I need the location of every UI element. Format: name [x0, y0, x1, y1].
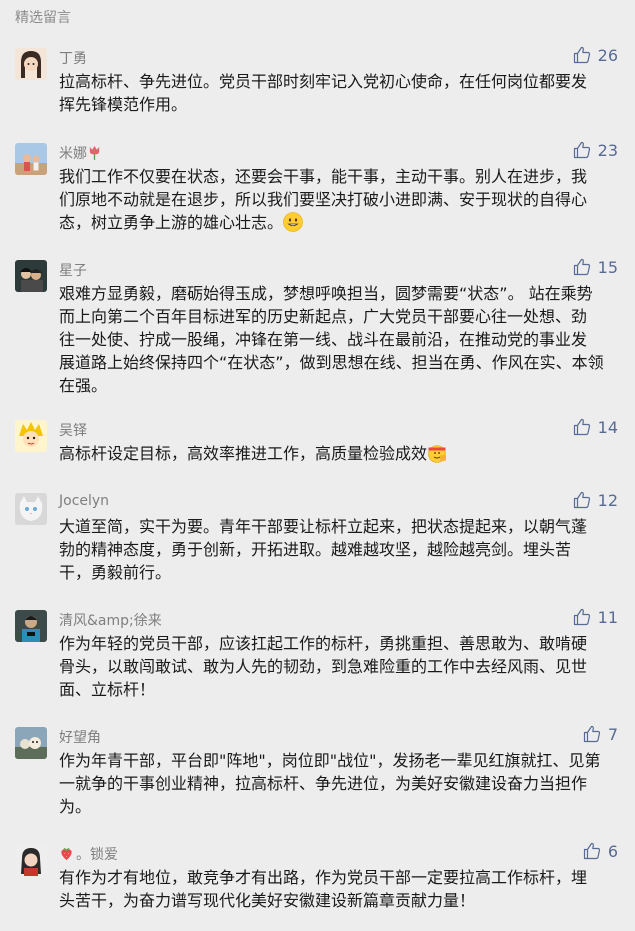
like-count: 6	[607, 841, 618, 861]
comment-text: 有作为才有地位，敢竞争才有出路，作为党员干部一定要拉高工作标杆，埋 头苦干，为奋…	[59, 868, 588, 910]
grinning-face-emoji-icon	[283, 212, 303, 232]
like-count: 12	[597, 490, 618, 510]
avatar[interactable]	[15, 260, 47, 292]
comment-text: 拉高标杆、争先进位。党员干部时刻牢记入党初心使命，在任何岗位都要发 挥先锋模范作…	[59, 72, 588, 114]
comment-text: 艰难方显勇毅，磨砺始得玉成，梦想呼唤担当，圆梦需要“状态”。 站在乘势 而上向第…	[59, 284, 604, 395]
comment-text: 高标杆设定目标，高效率推进工作，高质量检验成效	[59, 442, 611, 465]
thumbs-up-icon[interactable]	[572, 257, 592, 277]
commenter-name: 清风&amp;徐来	[59, 613, 162, 629]
like-button[interactable]: 26	[572, 45, 618, 65]
thumbs-up-icon[interactable]	[582, 841, 602, 861]
like-button[interactable]: 23	[572, 140, 618, 160]
like-count: 7	[607, 724, 618, 744]
thumbs-up-icon[interactable]	[572, 140, 592, 160]
avatar[interactable]	[15, 420, 47, 452]
thumbs-up-icon[interactable]	[572, 607, 592, 627]
commenter-name: Jocelyn	[59, 493, 110, 509]
commenter-name: 星子	[59, 263, 87, 279]
commenter-name: 米娜	[59, 143, 101, 163]
commenter-name: 好望角	[59, 730, 101, 746]
like-count: 15	[597, 257, 618, 277]
thumbs-up-icon[interactable]	[572, 45, 592, 65]
headband-fist-emoji-icon	[428, 445, 447, 463]
like-button[interactable]: 11	[572, 607, 618, 627]
comment-text: 我们工作不仅要在状态，还要会干事，能干事，主动干事。别人在进步，我 们原地不动就…	[59, 167, 588, 232]
tulip-emoji-icon	[89, 146, 100, 160]
comment-text: 作为年轻的党员干部，应该扛起工作的标杆，勇挑重担、善思敢为、敢啃硬 骨头，以敢闯…	[59, 634, 588, 699]
section-title: 精选留言	[15, 10, 71, 26]
like-count: 23	[597, 140, 618, 160]
like-button[interactable]: 12	[572, 490, 618, 510]
avatar[interactable]	[15, 610, 47, 642]
like-button[interactable]: 15	[572, 257, 618, 277]
avatar[interactable]	[15, 493, 47, 525]
comment-text: 作为年青干部，平台即"阵地"，岗位即"战位"，发扬老一辈见红旗就扛、见第 一就争…	[59, 751, 601, 816]
thumbs-up-icon[interactable]	[582, 724, 602, 744]
like-count: 14	[597, 417, 618, 437]
comment-text: 大道至简，实干为要。青年干部要让标杆立起来，把状态提起来，以朝气蓬 勃的精神态度…	[59, 517, 588, 582]
like-count: 11	[597, 607, 618, 627]
commenter-name: 。锁爱	[59, 844, 118, 864]
like-button[interactable]: 6	[582, 841, 618, 861]
thumbs-up-icon[interactable]	[572, 490, 592, 510]
thumbs-up-icon[interactable]	[572, 417, 592, 437]
like-button[interactable]: 7	[582, 724, 618, 744]
avatar[interactable]	[15, 48, 47, 80]
avatar[interactable]	[15, 844, 47, 876]
commenter-name: 吴铎	[59, 423, 87, 439]
avatar[interactable]	[15, 727, 47, 759]
commenter-name: 丁勇	[59, 51, 87, 67]
like-button[interactable]: 14	[572, 417, 618, 437]
like-count: 26	[597, 45, 618, 65]
strawberry-emoji-icon	[61, 847, 72, 861]
avatar[interactable]	[15, 143, 47, 175]
